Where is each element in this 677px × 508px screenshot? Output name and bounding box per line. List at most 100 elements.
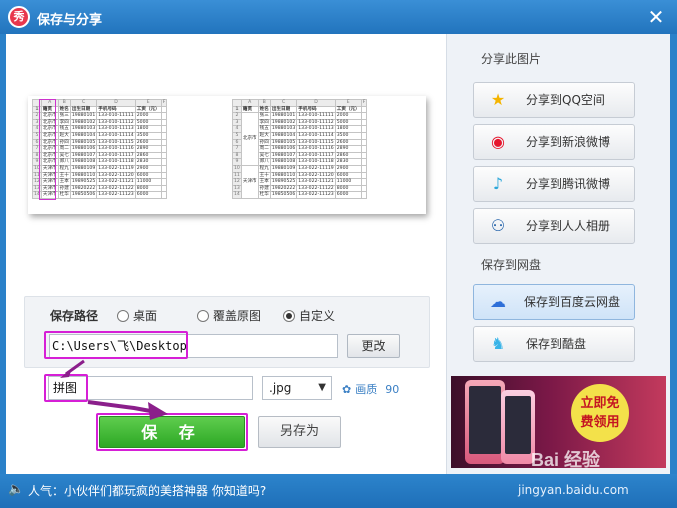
table-cell: 3500 xyxy=(134,131,162,140)
radio-overwrite[interactable]: 覆盖原图 xyxy=(197,307,261,324)
save-baidu-cloud-button[interactable]: ☁ 保存到百度云网盘 xyxy=(473,284,635,320)
tencent-weibo-icon: ♪ xyxy=(492,174,504,193)
table-cell: 133-010-11113 xyxy=(296,125,336,133)
column-letter: C xyxy=(269,99,298,107)
table-cell: 19820222 xyxy=(69,184,98,193)
share-qzone-button[interactable]: ★ 分享到QQ空间 xyxy=(473,82,635,118)
ad-banner[interactable]: 立即免 费领用 Bai 经验 xyxy=(451,376,666,468)
table-cell: 133-022-11121 xyxy=(296,178,336,186)
radio-desktop[interactable]: 桌面 xyxy=(117,307,157,324)
table-cell: 杜华 xyxy=(257,191,271,199)
table-cell: 2900 xyxy=(134,164,162,173)
table-cell: 张三 xyxy=(57,112,71,120)
table-row: 2 北京市 张三 19880101 133-010-11111 2000 xyxy=(232,112,368,166)
table-cell: 133-010-11117 xyxy=(296,151,336,160)
file-format-select[interactable]: .jpg ▼ xyxy=(262,376,332,400)
arrow-line xyxy=(87,400,157,414)
speaker-icon: 🔈 xyxy=(8,482,25,497)
table-cell: 钱五 xyxy=(257,125,271,133)
radio-dot[interactable] xyxy=(197,310,209,322)
phone-image xyxy=(465,380,505,464)
table-cell: 133-010-11114 xyxy=(96,131,136,140)
table-cell: 19890525 xyxy=(269,178,298,186)
share-renren-button[interactable]: ⚇ 分享到人人相册 xyxy=(473,208,635,244)
table-cell: 吴七 xyxy=(57,151,71,160)
table-cell: 133-022-11123 xyxy=(96,191,136,199)
table-cell: 19880109 xyxy=(269,164,298,173)
table-cell: 吴七 xyxy=(257,151,271,160)
table-cell: 2000 xyxy=(134,112,162,120)
table-cell: 133-022-11121 xyxy=(96,178,136,186)
table-cell: 赵大 xyxy=(57,131,71,140)
save-pane: A B C D E F 1 籍贯 姓名 出生日期 手机号码 工资（元） 2 北京市 张三 19880101 13… xyxy=(6,34,446,474)
table-cell: 5000 xyxy=(134,118,162,127)
table-cell: 6000 xyxy=(134,191,162,199)
column-letter: B xyxy=(257,99,271,107)
table-cell: 133-010-11115 xyxy=(296,138,336,147)
table-cell: 19880102 xyxy=(269,118,298,127)
table-cell: 王十 xyxy=(257,171,271,180)
filename-highlight-box xyxy=(44,374,88,402)
table-cell: 19880110 xyxy=(69,171,98,180)
table-cell: 李四 xyxy=(57,118,71,127)
table-cell: 19890525 xyxy=(69,178,98,186)
table-cell: 19880109 xyxy=(69,164,98,173)
cloud-section-title: 保存到网盘 xyxy=(481,258,542,272)
change-path-button[interactable]: 更改 xyxy=(347,334,400,358)
column-letter: F xyxy=(360,99,368,107)
header-cell: 工资（元） xyxy=(334,105,362,114)
table-cell: 133-010-11111 xyxy=(96,112,136,120)
radio-dot[interactable] xyxy=(117,310,129,322)
share-tencent-weibo-button[interactable]: ♪ 分享到腾讯微博 xyxy=(473,166,635,202)
table-cell: 133-010-11114 xyxy=(296,131,336,140)
table-cell: 19880105 xyxy=(69,138,98,147)
table-cell: 11000 xyxy=(334,178,362,186)
table-cell: 5000 xyxy=(334,118,362,127)
radio-dot-selected[interactable] xyxy=(283,310,295,322)
table-cell: 133-022-11120 xyxy=(96,171,136,180)
table-cell: 19880106 xyxy=(269,145,298,153)
quality-setting[interactable]: ✿ 画质 90 xyxy=(342,381,399,397)
table-cell: 周二 xyxy=(57,145,71,153)
table-cell: 19850506 xyxy=(69,191,98,199)
close-button[interactable]: ✕ xyxy=(643,4,669,30)
share-sina-weibo-button[interactable]: ◉ 分享到新浪微博 xyxy=(473,124,635,160)
column-letter: A xyxy=(240,99,259,107)
table-cell: 133-010-11115 xyxy=(96,138,136,147)
table-cell: 王本 xyxy=(57,178,71,186)
table-cell: 王本 xyxy=(257,178,271,186)
dialog-body: A B C D E F 1 籍贯 姓名 出生日期 手机号码 工资（元） 2 北京市 张三 19880101 13… xyxy=(6,34,670,474)
table-cell: 2830 xyxy=(334,158,362,166)
share-section-title: 分享此图片 xyxy=(481,52,542,66)
table-cell: 133-022-11119 xyxy=(296,164,336,173)
status-message[interactable]: 人气：小伙伴们都玩疯的美搭神器 你知道吗? xyxy=(28,482,266,499)
image-preview: A B C D E F 1 籍贯 姓名 出生日期 手机号码 工资（元） 2 北京市 张三 19880101 13… xyxy=(28,96,426,214)
table-cell: 8000 xyxy=(334,184,362,193)
save-as-button[interactable]: 另存为 xyxy=(258,416,341,448)
table-cell: 孙四 xyxy=(257,138,271,147)
table-cell: 孙建 xyxy=(257,184,271,193)
table-cell: 2860 xyxy=(134,151,162,160)
table-cell: 程九 xyxy=(57,164,71,173)
column-letter: F xyxy=(160,99,168,107)
table-cell: 周二 xyxy=(257,145,271,153)
table-cell: 程九 xyxy=(257,164,271,173)
header-cell: 手机号码 xyxy=(96,105,136,114)
table-cell: 133-010-11116 xyxy=(296,145,336,153)
table-cell: 2000 xyxy=(334,112,362,120)
table-cell: 19880108 xyxy=(269,158,298,166)
title-bar[interactable]: 秀 保存与分享 ✕ xyxy=(0,0,677,34)
table-cell: 19820222 xyxy=(269,184,298,193)
table-cell: 133-010-11118 xyxy=(96,158,136,166)
save-kupan-button[interactable]: ♞ 保存到酷盘 xyxy=(473,326,635,362)
table-cell: 133-010-11118 xyxy=(296,158,336,166)
promo-badge: 立即免 费领用 xyxy=(571,384,629,442)
table-cell: 2600 xyxy=(134,138,162,147)
watermark: Bai 经验 xyxy=(531,450,601,468)
radio-custom[interactable]: 自定义 xyxy=(283,307,335,324)
table-cell: 133-010-11112 xyxy=(296,118,336,127)
group-cell: 北京市 xyxy=(240,112,259,166)
table-cell: 2900 xyxy=(334,164,362,173)
status-bar: 🔈 人气：小伙伴们都玩疯的美搭神器 你知道吗? jingyan.baidu.co… xyxy=(0,474,677,508)
table-cell: 19880103 xyxy=(69,125,98,133)
